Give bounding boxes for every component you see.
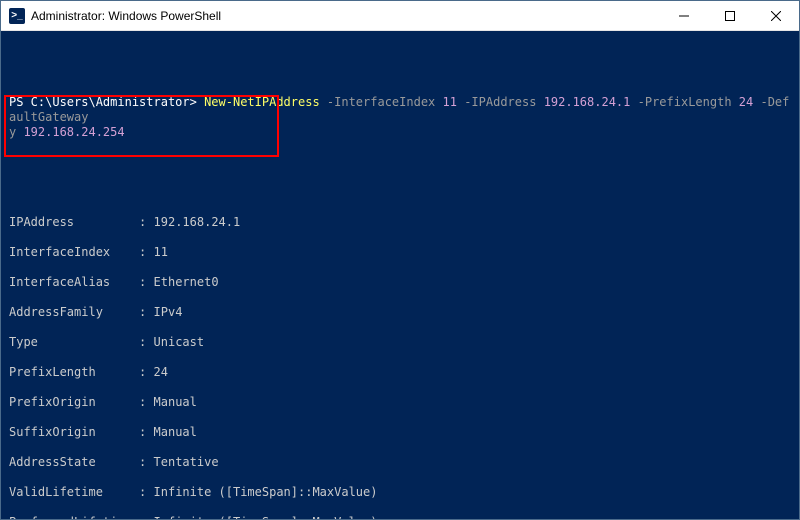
label: PrefixOrigin bbox=[9, 395, 132, 409]
value: Ethernet0 bbox=[154, 275, 219, 289]
value: 24 bbox=[154, 365, 168, 379]
label: InterfaceAlias bbox=[9, 275, 132, 289]
value: 192.168.24.1 bbox=[154, 215, 241, 229]
window-controls bbox=[661, 1, 799, 30]
blank-line bbox=[9, 185, 791, 200]
label: IPAddress bbox=[9, 215, 132, 229]
value: Tentative bbox=[154, 455, 219, 469]
close-icon bbox=[771, 11, 781, 21]
command-continuation: y 192.168.24.254 bbox=[9, 125, 791, 140]
powershell-icon: >_ bbox=[9, 8, 25, 24]
output-row: Type : Unicast bbox=[9, 335, 791, 350]
label: ValidLifetime bbox=[9, 485, 132, 499]
arg-interfaceindex: 11 bbox=[443, 95, 457, 109]
prompt-path: PS C:\Users\Administrator> bbox=[9, 95, 197, 109]
output-row: PrefixOrigin : Manual bbox=[9, 395, 791, 410]
param-ipaddress: -IPAddress bbox=[464, 95, 536, 109]
arg-ipaddress: 192.168.24.1 bbox=[544, 95, 631, 109]
wrap-prefix: y bbox=[9, 125, 23, 139]
arg-defaultgateway: 192.168.24.254 bbox=[23, 125, 124, 139]
minimize-button[interactable] bbox=[661, 1, 707, 30]
command-line: PS C:\Users\Administrator> New-NetIPAddr… bbox=[9, 95, 791, 125]
label: PrefixLength bbox=[9, 365, 132, 379]
output-row: AddressState : Tentative bbox=[9, 455, 791, 470]
titlebar[interactable]: >_ Administrator: Windows PowerShell bbox=[1, 1, 799, 31]
maximize-icon bbox=[725, 11, 735, 21]
value: 11 bbox=[154, 245, 168, 259]
arg-prefixlength: 24 bbox=[739, 95, 753, 109]
param-prefixlength: -PrefixLength bbox=[638, 95, 732, 109]
output-row: PreferredLifetime : Infinite ([TimeSpan]… bbox=[9, 515, 791, 519]
label: AddressState bbox=[9, 455, 132, 469]
output-row: ValidLifetime : Infinite ([TimeSpan]::Ma… bbox=[9, 485, 791, 500]
value: IPv4 bbox=[154, 305, 183, 319]
window-title: Administrator: Windows PowerShell bbox=[31, 9, 221, 23]
output-row: SuffixOrigin : Manual bbox=[9, 425, 791, 440]
blank-line bbox=[9, 155, 791, 170]
value: Manual bbox=[154, 425, 197, 439]
value: Manual bbox=[154, 395, 197, 409]
label: AddressFamily bbox=[9, 305, 132, 319]
minimize-icon bbox=[679, 11, 689, 21]
param-interfaceindex: -InterfaceIndex bbox=[327, 95, 435, 109]
terminal-pane[interactable]: PS C:\Users\Administrator> New-NetIPAddr… bbox=[1, 31, 799, 519]
label: PreferredLifetime bbox=[9, 515, 132, 519]
output-row: InterfaceAlias : Ethernet0 bbox=[9, 275, 791, 290]
label: InterfaceIndex bbox=[9, 245, 132, 259]
cmdlet-name: New-NetIPAddress bbox=[204, 95, 320, 109]
powershell-window: >_ Administrator: Windows PowerShell PS … bbox=[0, 0, 800, 520]
value: Unicast bbox=[154, 335, 205, 349]
maximize-button[interactable] bbox=[707, 1, 753, 30]
value: Infinite ([TimeSpan]::MaxValue) bbox=[154, 485, 378, 499]
output-row: IPAddress : 192.168.24.1 bbox=[9, 215, 791, 230]
output-row: AddressFamily : IPv4 bbox=[9, 305, 791, 320]
output-row: InterfaceIndex : 11 bbox=[9, 245, 791, 260]
value: Infinite ([TimeSpan]::MaxValue) bbox=[154, 515, 378, 519]
label: Type bbox=[9, 335, 132, 349]
titlebar-left: >_ Administrator: Windows PowerShell bbox=[1, 8, 221, 24]
output-row: PrefixLength : 24 bbox=[9, 365, 791, 380]
close-button[interactable] bbox=[753, 1, 799, 30]
label: SuffixOrigin bbox=[9, 425, 132, 439]
